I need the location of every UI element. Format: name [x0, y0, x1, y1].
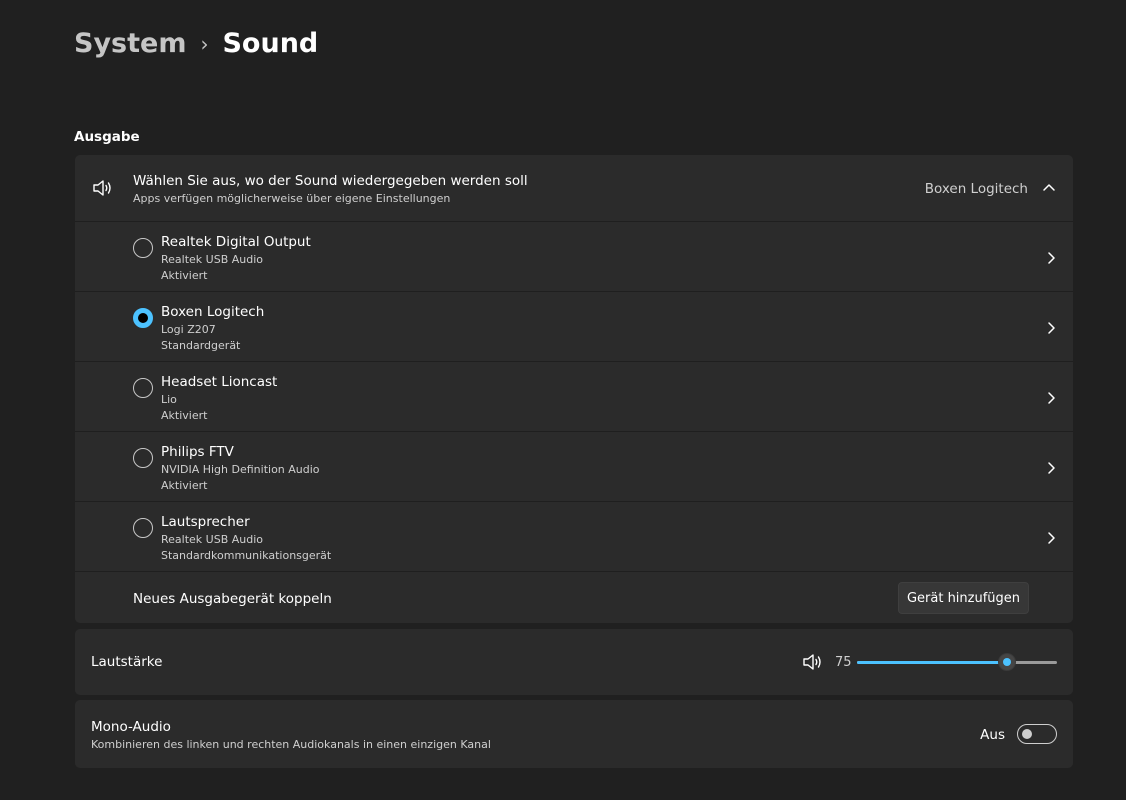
device-radio[interactable]: [133, 378, 153, 398]
speaker-icon: [93, 180, 111, 196]
chevron-right-icon[interactable]: [1046, 461, 1056, 475]
mono-audio-toggle[interactable]: [1017, 724, 1057, 744]
section-label-output: Ausgabe: [74, 129, 140, 145]
device-status: Standardgerät: [161, 339, 241, 352]
device-subtitle: Realtek USB Audio: [161, 253, 264, 266]
mono-audio-subtitle: Kombinieren des linken und rechten Audio…: [91, 738, 491, 751]
mono-audio-toggle-label: Aus: [980, 727, 1005, 743]
breadcrumb-chevron-icon: ›: [200, 31, 209, 56]
pair-new-device-label: Neues Ausgabegerät koppeln: [133, 591, 332, 607]
device-subtitle: NVIDIA High Definition Audio: [161, 463, 320, 476]
add-device-button[interactable]: Gerät hinzufügen: [898, 582, 1029, 614]
device-row-realtek-digital-output[interactable]: Realtek Digital Output Realtek USB Audio…: [75, 222, 1073, 292]
chevron-right-icon[interactable]: [1046, 251, 1056, 265]
output-header-title: Wählen Sie aus, wo der Sound wiedergegeb…: [133, 173, 528, 189]
device-radio[interactable]: [133, 448, 153, 468]
volume-slider[interactable]: [857, 653, 1057, 671]
device-row-philips-ftv[interactable]: Philips FTV NVIDIA High Definition Audio…: [75, 432, 1073, 502]
volume-card: Lautstärke 75: [75, 629, 1073, 695]
breadcrumb: System › Sound: [74, 28, 318, 59]
chevron-up-icon[interactable]: [1042, 182, 1056, 192]
device-name: Headset Lioncast: [161, 374, 278, 390]
device-name: Boxen Logitech: [161, 304, 265, 320]
device-subtitle: Lio: [161, 393, 177, 406]
device-row-boxen-logitech[interactable]: Boxen Logitech Logi Z207 Standardgerät: [75, 292, 1073, 362]
device-status: Aktiviert: [161, 479, 208, 492]
output-selected-device: Boxen Logitech: [924, 181, 1028, 197]
toggle-knob: [1022, 729, 1032, 739]
chevron-right-icon[interactable]: [1046, 391, 1056, 405]
pair-new-device-row: Neues Ausgabegerät koppeln Gerät hinzufü…: [75, 572, 1073, 623]
chevron-right-icon[interactable]: [1046, 321, 1056, 335]
output-header-subtitle: Apps verfügen möglicherweise über eigene…: [133, 192, 451, 205]
device-name: Realtek Digital Output: [161, 234, 311, 250]
device-name: Philips FTV: [161, 444, 234, 460]
volume-label: Lautstärke: [91, 654, 163, 670]
page-title: Sound: [222, 28, 319, 59]
device-status: Aktiviert: [161, 409, 208, 422]
device-status: Standardkommunikationsgerät: [161, 549, 332, 562]
volume-value: 75: [835, 655, 852, 670]
device-subtitle: Logi Z207: [161, 323, 216, 336]
device-row-lautsprecher[interactable]: Lautsprecher Realtek USB Audio Standardk…: [75, 502, 1073, 572]
device-radio[interactable]: [133, 518, 153, 538]
device-subtitle: Realtek USB Audio: [161, 533, 264, 546]
device-radio[interactable]: [133, 238, 153, 258]
chevron-right-icon[interactable]: [1046, 531, 1056, 545]
volume-slider-fill: [857, 661, 1007, 664]
device-row-headset-lioncast[interactable]: Headset Lioncast Lio Aktiviert: [75, 362, 1073, 432]
speaker-icon[interactable]: [802, 653, 824, 671]
mono-audio-card: Mono-Audio Kombinieren des linken und re…: [75, 700, 1073, 768]
mono-audio-title: Mono-Audio: [91, 719, 171, 735]
device-name: Lautsprecher: [161, 514, 250, 530]
volume-slider-thumb[interactable]: [998, 653, 1016, 671]
output-device-expander[interactable]: Wählen Sie aus, wo der Sound wiedergegeb…: [75, 155, 1073, 222]
output-card: Wählen Sie aus, wo der Sound wiedergegeb…: [75, 155, 1073, 623]
device-status: Aktiviert: [161, 269, 208, 282]
device-radio-selected[interactable]: [133, 308, 153, 328]
breadcrumb-system[interactable]: System: [74, 28, 186, 59]
